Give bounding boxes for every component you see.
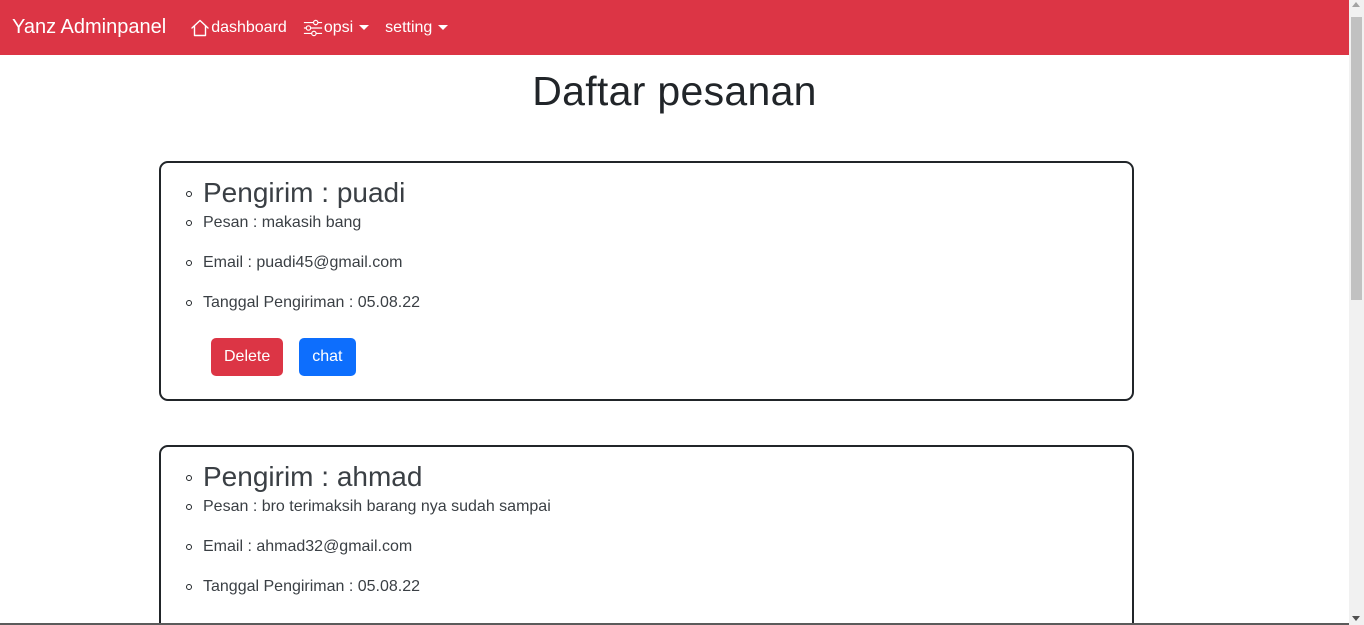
nav-setting-label: setting: [385, 18, 433, 36]
message-card: Pengirim : puadi Pesan : makasih bang Em…: [159, 161, 1134, 401]
brand-name[interactable]: Yanz Adminpanel: [12, 16, 166, 39]
sent-date: Tanggal Pengiriman : 05.08.22: [161, 283, 1132, 323]
message-text: Pesan : bro terimaksih barang nya sudah …: [161, 487, 1132, 527]
scroll-down-arrow-icon[interactable]: [1352, 616, 1360, 621]
scroll-up-arrow-icon[interactable]: [1352, 2, 1360, 7]
chat-button[interactable]: chat: [299, 338, 356, 376]
delete-button[interactable]: Delete: [211, 338, 284, 376]
sender-name: Pengirim : puadi: [161, 163, 1132, 208]
message-text: Pesan : makasih bang: [161, 203, 1132, 243]
nav-dashboard-label: dashboard: [211, 18, 287, 36]
navbar: Yanz Adminpanel dashboard opsi setting: [0, 0, 1349, 55]
nav-setting-dropdown[interactable]: setting: [385, 18, 449, 37]
message-details: Pengirim : ahmad Pesan : bro terimaksih …: [161, 447, 1132, 607]
nav-opsi-dropdown[interactable]: opsi: [303, 18, 370, 38]
sender-name: Pengirim : ahmad: [161, 447, 1132, 492]
scrollbar-thumb[interactable]: [1351, 17, 1362, 300]
vertical-scrollbar[interactable]: [1349, 0, 1364, 625]
nav-opsi-label: opsi: [323, 18, 354, 36]
caret-down-icon: [359, 25, 370, 30]
house-icon: [191, 19, 209, 36]
message-details: Pengirim : puadi Pesan : makasih bang Em…: [161, 163, 1132, 323]
message-card: Pengirim : ahmad Pesan : bro terimaksih …: [159, 445, 1134, 625]
sender-email: Email : ahmad32@gmail.com: [161, 527, 1132, 567]
caret-down-icon: [438, 25, 449, 30]
message-actions: Delete chat: [211, 338, 1132, 376]
sent-date: Tanggal Pengiriman : 05.08.22: [161, 567, 1132, 607]
page-title: Daftar pesanan: [532, 68, 817, 114]
sliders-icon: [303, 19, 322, 36]
nav-dashboard[interactable]: dashboard: [190, 18, 287, 38]
sender-email: Email : puadi45@gmail.com: [161, 243, 1132, 283]
